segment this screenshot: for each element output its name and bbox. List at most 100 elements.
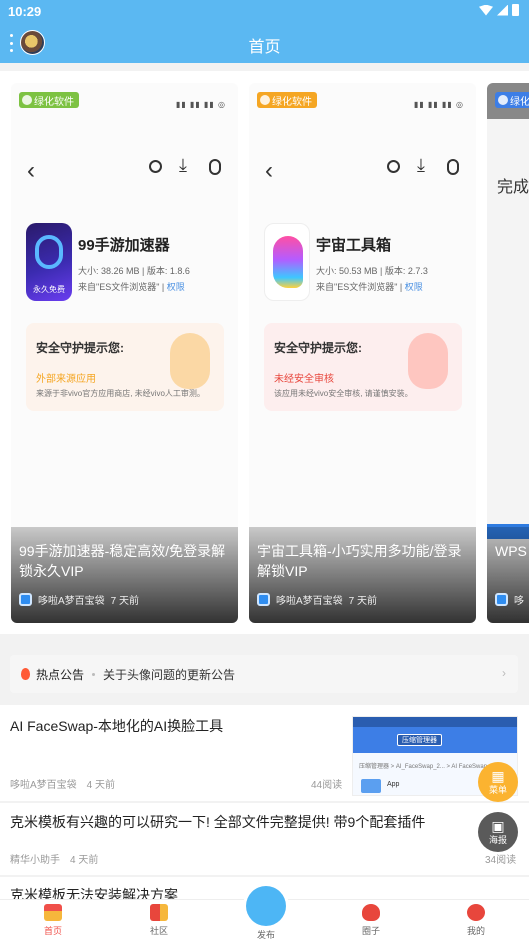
battery-icon — [512, 4, 519, 16]
status-time: 10:29 — [8, 4, 42, 19]
nav-label-mine: 我的 — [466, 926, 485, 936]
app-size: 大小: 38.26 MB — [78, 266, 140, 276]
nav-item-mine[interactable]: 我的 — [446, 904, 506, 937]
app-name: 99手游加速器 — [78, 237, 170, 254]
thumb-toolbar: 压缩管理器 — [353, 727, 517, 753]
phone-status-icons: ▮▮ ▮▮ ▮▮ ◎ — [413, 100, 464, 109]
category-tag-label: 绿化软件 — [34, 96, 74, 108]
publish-button[interactable] — [246, 886, 286, 926]
card-caption: 99手游加速器-稳定高效/免登录解锁永久VIP 哆啦A梦百宝袋 7 天前 — [11, 527, 238, 623]
thumb-status-bar — [353, 717, 517, 727]
page-title: 首页 — [248, 39, 281, 56]
lantern-icon — [467, 904, 485, 921]
search-icon — [387, 160, 400, 173]
safety-panel: 安全守护提示您: 未经安全审核 该应用未经vivo安全审核, 请谨慎安装。 — [264, 323, 462, 411]
safety-description: 该应用未经vivo安全审核, 请谨慎安装。 — [274, 389, 413, 398]
card-meta: 哆啦A梦百宝袋 7 天前 — [257, 592, 468, 607]
app-version: 版本: 1.8.6 — [146, 266, 190, 276]
nav-label-circle: 圈子 — [361, 926, 380, 936]
app-source: 来自"ES文件浏览器" — [78, 282, 160, 292]
feed-author: 精华小助手 — [10, 855, 60, 866]
card-title: WPS 锁高级 — [495, 543, 529, 559]
category-tag-label: 绿化软件 — [272, 96, 312, 108]
featured-carousel[interactable]: ▮▮ ▮▮ ▮▮ ◎ ‹ ⤓ 永久免费 99手游加速器 大小: 38.26 MB… — [0, 71, 529, 634]
wifi-icon — [479, 4, 493, 16]
category-tag: 绿化软件 — [495, 92, 529, 108]
feed-item[interactable]: 克米模板有兴趣的可以研究一下! 全部文件完整提供! 带9个配套插件 精华小助手 … — [0, 803, 529, 875]
user-badge-icon — [495, 593, 508, 606]
back-icon: ‹ — [27, 157, 35, 184]
category-tag: 绿化软件 — [257, 92, 317, 108]
signal-icon — [497, 4, 508, 16]
status-icons — [479, 4, 519, 16]
feed-author: 哆啦A梦百宝袋 — [10, 780, 77, 791]
feed-reads: 34阅读 — [485, 855, 517, 866]
category-tag: 绿化软件 — [19, 92, 79, 108]
card-meta: 哆啦A梦百宝袋 7 天前 — [19, 592, 230, 607]
app-icon — [264, 223, 310, 301]
search-icon — [149, 160, 162, 173]
shield-icon — [447, 159, 459, 175]
featured-card[interactable]: ▮▮ ▮▮ ▮▮ ◎ ‹ ⤓ 宇宙工具箱 大小: 50.53 MB | 版本: … — [249, 83, 476, 623]
notice-text: 关于头像问题的更新公告 — [103, 667, 236, 682]
thumb-app-label: App — [387, 781, 400, 788]
safety-shield-icon — [170, 333, 210, 389]
flame-icon — [21, 668, 30, 680]
app-meta: 大小: 50.53 MB | 版本: 2.7.3 来自"ES文件浏览器" | 权… — [316, 266, 428, 292]
app-meta: 大小: 38.26 MB | 版本: 1.8.6 来自"ES文件浏览器" | 权… — [78, 266, 190, 292]
feed-item[interactable]: AI FaceSwap-本地化的AI换脸工具 哆啦A梦百宝袋 4 天前 44阅读… — [0, 705, 529, 801]
grid-icon: ▦ — [491, 767, 505, 784]
thumb-chip: 压缩管理器 — [397, 734, 442, 746]
card-meta: 哆 — [495, 592, 529, 607]
folder-icon — [361, 779, 381, 793]
chevron-right-icon: › — [502, 666, 506, 680]
featured-card[interactable]: ▮▮ ▮▮ ▮▮ ◎ ‹ ⤓ 永久免费 99手游加速器 大小: 38.26 MB… — [11, 83, 238, 623]
category-tag-label: 绿化软件 — [510, 96, 529, 108]
feed-reads: 44阅读 — [311, 780, 343, 791]
card-caption: 宇宙工具箱-小巧实用多功能/登录解锁VIP 哆啦A梦百宝袋 7 天前 — [249, 527, 476, 623]
user-badge-icon — [19, 593, 32, 606]
nav-item-home[interactable]: 首页 — [23, 904, 83, 937]
community-icon — [150, 904, 168, 921]
feed-title: 克米模板有兴趣的可以研究一下! 全部文件完整提供! 带9个配套插件 — [10, 814, 426, 830]
nav-item-circle[interactable]: 圈子 — [341, 904, 401, 937]
app-permission: 权限 — [166, 282, 185, 292]
safety-warning: 外部来源应用 — [36, 374, 96, 385]
user-badge-icon — [257, 593, 270, 606]
feed-meta: 哆啦A梦百宝袋 4 天前 — [10, 776, 115, 791]
back-icon: ‹ — [265, 157, 273, 184]
safety-title: 安全守护提示您: — [274, 341, 362, 355]
poster-fab-button[interactable]: ▣ 海报 — [478, 812, 518, 852]
app-header: 首页 — [0, 22, 529, 63]
nav-label-home: 首页 — [43, 926, 62, 936]
feed-time: 4 天前 — [70, 855, 99, 866]
status-bar: 10:29 — [0, 0, 529, 22]
menu-fab-button[interactable]: ▦ 菜单 — [478, 762, 518, 802]
menu-fab-label: 菜单 — [488, 784, 507, 795]
featured-card[interactable]: 完成 绿化软件 WPS 锁高级 哆 — [487, 83, 529, 623]
card-caption: WPS 锁高级 哆 — [487, 527, 529, 623]
nav-label-publish: 发布 — [256, 930, 275, 940]
notice-label: 热点公告 — [36, 667, 85, 682]
app-name: 宇宙工具箱 — [316, 237, 392, 254]
notice-separator — [92, 672, 96, 676]
card-author: 哆啦A梦百宝袋 — [38, 596, 105, 607]
tag-icon — [260, 95, 270, 105]
card-time: 7 天前 — [348, 596, 378, 607]
nav-item-community[interactable]: 社区 — [129, 904, 189, 937]
feed-meta: 精华小助手 4 天前 — [10, 851, 98, 866]
download-icon: ⤓ — [179, 155, 187, 175]
app-version: 版本: 2.7.3 — [384, 266, 428, 276]
feed-time: 4 天前 — [86, 780, 116, 791]
card-time: 7 天前 — [110, 596, 140, 607]
app-source: 来自"ES文件浏览器" — [316, 282, 398, 292]
poster-fab-label: 海报 — [488, 834, 507, 845]
shield-icon — [209, 159, 221, 175]
safety-warning: 未经安全审核 — [274, 374, 334, 385]
app-icon: 永久免费 — [26, 223, 72, 301]
safety-title: 安全守护提示您: — [36, 341, 124, 355]
phone-status-icons: ▮▮ ▮▮ ▮▮ ◎ — [175, 100, 226, 109]
notice-bar[interactable]: 热点公告 关于头像问题的更新公告 › — [10, 655, 518, 693]
tag-icon — [22, 95, 32, 105]
feed-title: AI FaceSwap-本地化的AI换脸工具 — [10, 718, 224, 734]
